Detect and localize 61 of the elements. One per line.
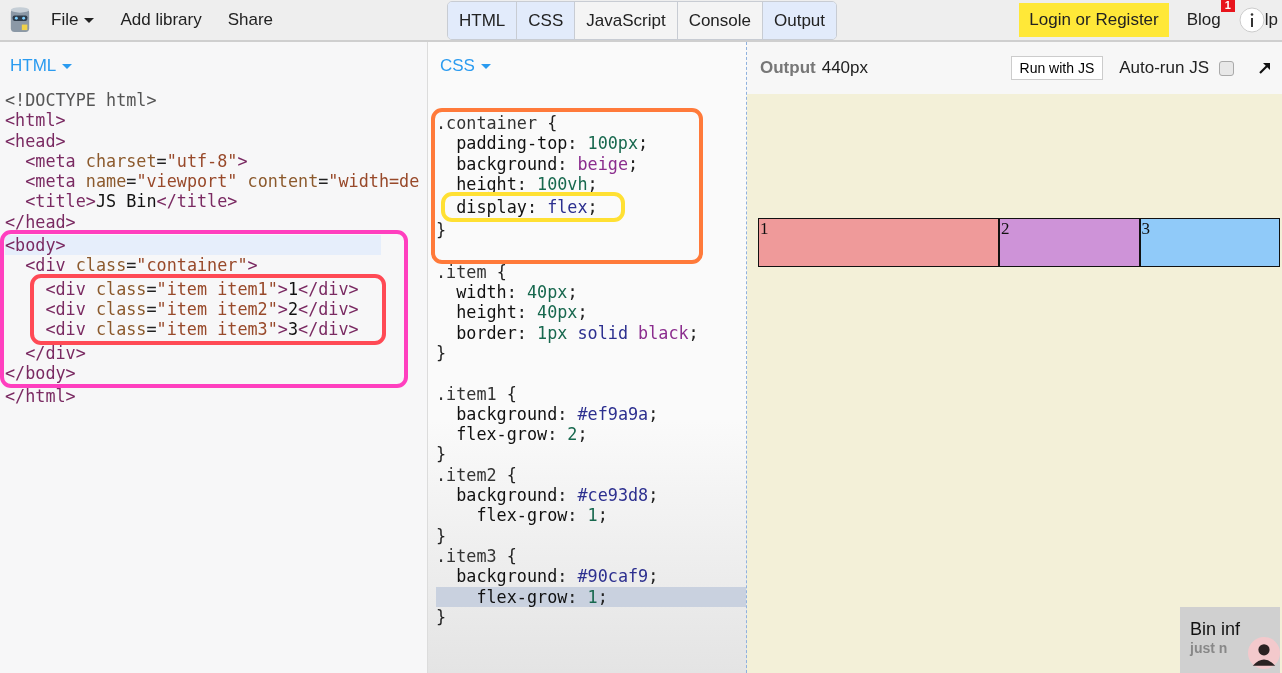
code-line: </div> xyxy=(24,342,87,363)
code-line: } xyxy=(436,220,448,241)
bin-info-popup[interactable]: Bin inf just n xyxy=(1180,607,1280,673)
code-line: <html> xyxy=(5,110,67,131)
code-line: <meta name="viewport" content="width=de xyxy=(24,171,421,192)
login-button[interactable]: Login or Register xyxy=(1019,3,1169,37)
code-line: .item2 { xyxy=(436,464,518,486)
code-line: } xyxy=(436,444,448,465)
code-line: .item { xyxy=(436,261,508,283)
code-line: <meta charset="utf-8"> xyxy=(24,150,249,172)
code-line: } xyxy=(436,342,448,364)
code-line: <!DOCTYPE html> xyxy=(5,90,158,111)
code-line: } xyxy=(436,606,448,628)
panel-tab[interactable]: CSS xyxy=(517,2,576,39)
arrow-icon[interactable] xyxy=(1258,61,1272,75)
code-line: height: 40px; xyxy=(455,302,589,323)
toolbar-link[interactable]: Add library xyxy=(120,10,202,30)
code-line: <div class="item item2">2</div> xyxy=(44,298,359,320)
flex-item: 2 xyxy=(999,218,1140,267)
code-line: </body> xyxy=(5,362,77,384)
blog-link[interactable]: Blog xyxy=(1186,10,1221,30)
output-width: 440px xyxy=(821,58,869,78)
flex-item: 3 xyxy=(1139,218,1280,267)
code-line: <head> xyxy=(5,130,67,151)
code-line: height: 100vh; xyxy=(455,173,598,195)
code-line: <title>JS Bin</title> xyxy=(24,191,239,212)
robot-logo-icon[interactable] xyxy=(9,6,31,34)
code-line: <div class="item item1">1</div> xyxy=(44,278,359,299)
code-line: .container { xyxy=(436,113,559,134)
output-label: Output xyxy=(760,58,816,78)
code-line: .item1 { xyxy=(436,383,518,404)
run-button[interactable]: Run with JS xyxy=(1010,56,1104,80)
code-line: flex-grow: 2; xyxy=(455,424,589,445)
code-line: } xyxy=(436,525,448,546)
toolbar-link[interactable]: Share xyxy=(227,10,274,30)
code-line: background: beige; xyxy=(455,153,640,174)
code-line: border: 1px solid black; xyxy=(455,322,700,343)
code-line: padding-top: 100px; xyxy=(455,133,649,154)
code-line: flex-grow: 1; xyxy=(475,505,609,526)
notification-badge: 1 xyxy=(1220,0,1235,12)
help-link[interactable]: lp xyxy=(1264,10,1278,30)
code-line: width: 40px; xyxy=(455,282,579,303)
panel-tab[interactable]: HTML xyxy=(448,2,518,39)
code-line: background: #ef9a9a; xyxy=(455,403,660,425)
code-line: background: #90caf9; xyxy=(455,566,660,587)
flex-item: 1 xyxy=(758,218,999,267)
bin-info-time: just n xyxy=(1190,640,1229,656)
code-line: <div class="container"> xyxy=(24,255,259,276)
code-line: background: #ce93d8; xyxy=(455,485,660,506)
info-icon[interactable] xyxy=(1238,7,1265,33)
autorun-label: Auto-run JS xyxy=(1119,58,1209,78)
code-line: display: flex; xyxy=(455,197,598,218)
panel-tab[interactable]: Output xyxy=(763,2,837,39)
file-menu[interactable]: File xyxy=(51,10,95,30)
code-line: <div class="item item3">3</div> xyxy=(44,319,359,340)
code-line: </html> xyxy=(5,386,77,407)
autorun-checkbox[interactable] xyxy=(1219,60,1234,76)
code-line: </head> xyxy=(5,211,77,233)
bin-info-title: Bin inf xyxy=(1190,619,1242,640)
code-line: .item3 { xyxy=(436,545,518,567)
avatar-icon xyxy=(1248,637,1280,669)
